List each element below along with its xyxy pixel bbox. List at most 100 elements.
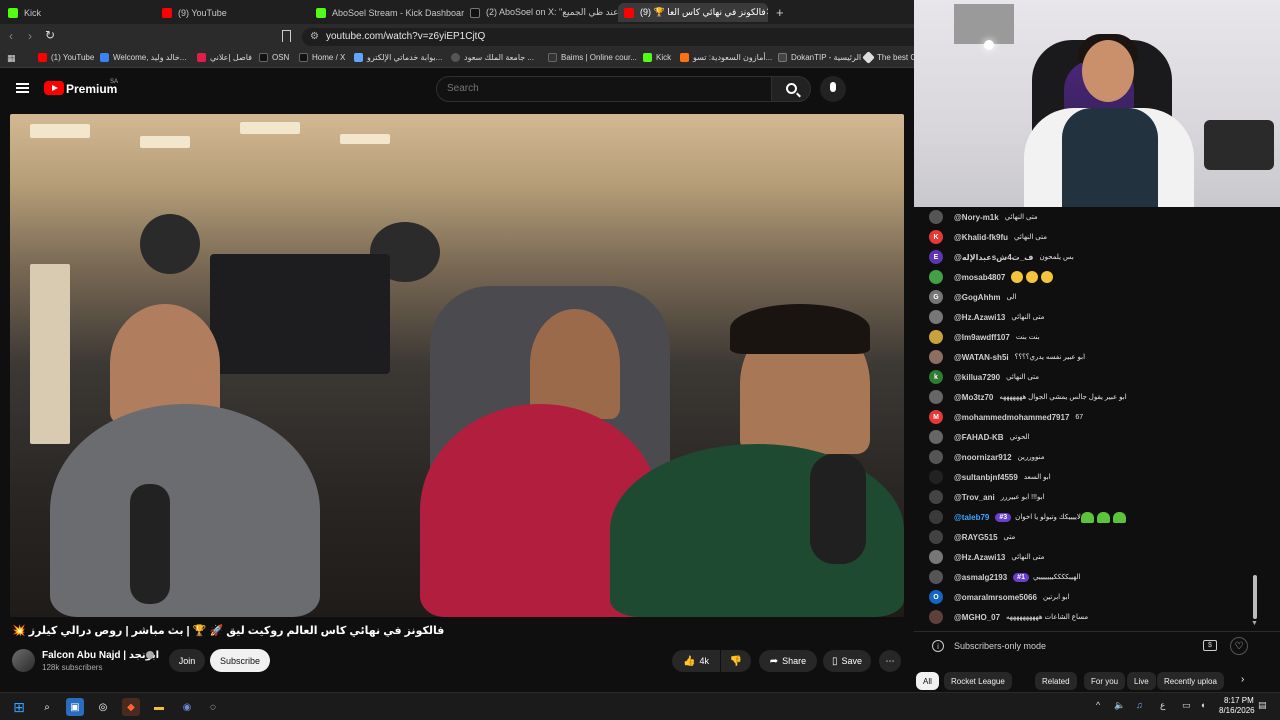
chat-author[interactable]: @RAYG515: [954, 533, 998, 542]
chat-avatar[interactable]: G: [929, 290, 943, 304]
channel-avatar[interactable]: [12, 649, 35, 672]
chat-avatar[interactable]: [929, 350, 943, 364]
site-info-icon[interactable]: ⚙: [310, 31, 319, 42]
windows-start-icon[interactable]: ⊞: [10, 698, 28, 716]
apps-grid-icon[interactable]: ▦: [7, 53, 16, 64]
chat-avatar[interactable]: [929, 490, 943, 504]
tab-x-post[interactable]: (2) AboSoel on X: "نه وعند ظي الجميع: [470, 3, 618, 22]
bookmark-x-home[interactable]: Home / X: [299, 53, 345, 62]
chat-author[interactable]: @WATAN-sh5i: [954, 353, 1009, 362]
chat-author[interactable]: @mohammedmohammed7917: [954, 413, 1069, 422]
input-language-indicator[interactable]: ع: [1160, 700, 1165, 711]
more-actions-button[interactable]: ⋯: [879, 650, 901, 672]
bookmark-best[interactable]: The best Cl: [862, 51, 918, 64]
chat-avatar[interactable]: [929, 210, 943, 224]
chip-live[interactable]: Live: [1127, 672, 1156, 690]
reload-icon[interactable]: ↻: [45, 28, 55, 42]
chat-avatar[interactable]: [929, 390, 943, 404]
chip-recently-uploaded[interactable]: Recently uploa: [1157, 672, 1224, 690]
new-tab-icon[interactable]: +: [776, 5, 784, 20]
save-button[interactable]: ▯ Save: [823, 650, 871, 672]
chat-author[interactable]: @Hz.Azawi13: [954, 553, 1005, 562]
url-input[interactable]: ⚙ youtube.com/watch?v=z6yiEP1CjtQ: [302, 28, 914, 46]
chat-avatar[interactable]: K: [929, 230, 943, 244]
youtube-logo-icon[interactable]: [44, 81, 64, 95]
chat-scrollbar[interactable]: [1253, 575, 1257, 619]
chat-author[interactable]: @Mo3tz70: [954, 393, 993, 402]
microphone-icon[interactable]: ♫: [1136, 700, 1143, 710]
chat-author[interactable]: @Hz.Azawi13: [954, 313, 1005, 322]
share-button[interactable]: ➦ Share: [759, 650, 817, 672]
chat-avatar[interactable]: [929, 510, 943, 524]
bookmark-osn[interactable]: OSN: [259, 53, 289, 62]
bookmark-ad-break[interactable]: فاصل إعلاني: [197, 53, 252, 62]
bookmark-baims[interactable]: Baims | Online cour...: [548, 53, 637, 62]
bookmark-ksu[interactable]: جامعة الملك سعود ...: [451, 53, 534, 62]
chat-author[interactable]: @sultanbjnf4559: [954, 473, 1018, 482]
bookmark-kick[interactable]: Kick: [643, 53, 671, 62]
chat-avatar[interactable]: [929, 570, 943, 584]
clock-date[interactable]: 8/16/2026: [1219, 706, 1255, 715]
chat-author[interactable]: @mosab4807: [954, 273, 1005, 282]
chat-author[interactable]: @taleb79: [954, 513, 989, 522]
back-icon[interactable]: ‹: [9, 29, 13, 43]
tab-kick[interactable]: Kick: [8, 3, 158, 22]
bookmark-amazon[interactable]: أمازون السعودية: تسو...: [680, 53, 772, 62]
chat-avatar[interactable]: [929, 430, 943, 444]
clock-time[interactable]: 8:17 PM: [1224, 696, 1254, 705]
chat-avatar[interactable]: [929, 530, 943, 544]
chat-author[interactable]: @omaralmrsome5066: [954, 593, 1037, 602]
chat-avatar[interactable]: [929, 550, 943, 564]
chevron-right-icon[interactable]: ›: [1241, 674, 1244, 685]
chat-author[interactable]: @GogAhhm: [954, 293, 1000, 302]
like-button[interactable]: 👍 4k: [672, 650, 720, 672]
join-button[interactable]: Join: [169, 649, 205, 672]
chat-author[interactable]: @Trov_ani: [954, 493, 995, 502]
chat-author[interactable]: @Nory-m1k: [954, 213, 999, 222]
chat-avatar[interactable]: [929, 450, 943, 464]
search-box[interactable]: [436, 76, 772, 102]
search-button[interactable]: [771, 76, 811, 102]
chat-avatar[interactable]: [929, 310, 943, 324]
close-tab-icon[interactable]: ✕: [766, 7, 768, 18]
steam-icon[interactable]: ◎: [94, 698, 112, 716]
heart-icon[interactable]: ♡: [1230, 637, 1248, 655]
brave-browser-icon[interactable]: ◆: [122, 698, 140, 716]
bookmark-services-portal[interactable]: بوابة خدماتي الإلكترو...: [354, 53, 442, 62]
chip-rocket-league[interactable]: Rocket League: [944, 672, 1012, 690]
tab-youtube[interactable]: (9) YouTube: [162, 3, 310, 22]
chat-author[interactable]: @عبدالإلهsف_ت4ش: [954, 253, 1033, 262]
chat-author[interactable]: @noornizar912: [954, 453, 1012, 462]
chat-author[interactable]: @FAHAD-KB: [954, 433, 1004, 442]
forward-icon[interactable]: ›: [28, 29, 32, 43]
bookmark-dokantip[interactable]: DokanTIP - الرئيسية: [778, 53, 861, 62]
app-icon[interactable]: ◌: [204, 698, 222, 716]
bookmark-icon[interactable]: [282, 30, 291, 42]
discord-icon[interactable]: ◉: [178, 698, 196, 716]
subscribe-button[interactable]: Subscribe: [210, 649, 270, 672]
search-icon[interactable]: ⌕: [38, 698, 56, 716]
super-chat-icon[interactable]: $: [1203, 640, 1217, 651]
chip-for-you[interactable]: For you: [1084, 672, 1126, 690]
tray-chevron-icon[interactable]: ^: [1096, 700, 1100, 710]
speaker-icon[interactable]: ◖: [1200, 700, 1205, 710]
video-player[interactable]: [10, 114, 904, 617]
chip-related[interactable]: Related: [1035, 672, 1077, 690]
photos-app-icon[interactable]: ▣: [66, 698, 84, 716]
chat-avatar[interactable]: k: [929, 370, 943, 384]
network-icon[interactable]: ▭: [1182, 700, 1191, 711]
volume-icon[interactable]: 🔈: [1114, 700, 1125, 711]
chat-author[interactable]: @lm9awdff107: [954, 333, 1010, 342]
chip-all[interactable]: All: [916, 672, 939, 690]
voice-search-button[interactable]: [820, 76, 846, 102]
chat-author[interactable]: @asmalg2193: [954, 573, 1007, 582]
menu-icon[interactable]: [16, 83, 29, 93]
chat-author[interactable]: @killua7290: [954, 373, 1000, 382]
scroll-down-icon[interactable]: ▼: [1251, 620, 1258, 627]
channel-name[interactable]: Falcon Abu Najd | ابونجد: [42, 650, 159, 661]
chat-avatar[interactable]: M: [929, 410, 943, 424]
chat-avatar[interactable]: [929, 270, 943, 284]
tab-active-video[interactable]: (9) 🏆 فالكونز في نهائي كاس العا✕: [618, 3, 768, 22]
chat-author[interactable]: @MGHO_07: [954, 613, 1000, 622]
notification-icon[interactable]: ▤: [1258, 700, 1267, 711]
